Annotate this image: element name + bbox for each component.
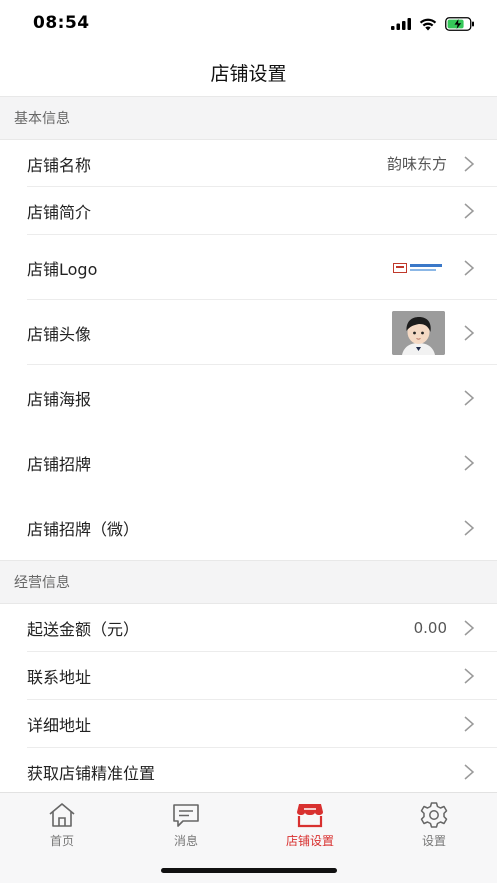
row-shop-intro[interactable]: 店铺简介 bbox=[0, 187, 497, 235]
row-precise-location[interactable]: 获取店铺精准位置 bbox=[0, 748, 497, 796]
chevron-right-icon bbox=[464, 155, 475, 172]
row-label: 获取店铺精准位置 bbox=[27, 764, 156, 783]
row-contact-address[interactable]: 联系地址 bbox=[0, 652, 497, 700]
page-title: 店铺设置 bbox=[210, 62, 287, 85]
chevron-right-icon bbox=[464, 203, 475, 219]
tab-label: 首页 bbox=[49, 834, 74, 848]
row-shop-sign-micro[interactable]: 店铺招牌（微） bbox=[0, 495, 497, 560]
store-logo-thumbnail bbox=[393, 260, 445, 276]
chevron-right-icon bbox=[464, 389, 475, 406]
chevron-right-icon bbox=[464, 519, 475, 536]
row-label: 详细地址 bbox=[27, 716, 92, 735]
home-indicator bbox=[161, 868, 337, 873]
store-logo-mark bbox=[393, 262, 407, 273]
navigation-bar: 店铺设置 bbox=[0, 48, 497, 96]
tab-store-settings[interactable]: 店铺设置 bbox=[265, 801, 355, 849]
chevron-right-icon bbox=[464, 324, 475, 341]
store-icon bbox=[297, 804, 323, 828]
avatar bbox=[392, 310, 445, 355]
tab-label: 店铺设置 bbox=[285, 834, 334, 848]
wifi-icon bbox=[419, 18, 437, 30]
settings-list: 基本信息 店铺名称 韵味东方 店铺简介 店铺Logo 店铺头像 店铺海报 店铺招… bbox=[0, 96, 497, 796]
row-shop-logo[interactable]: 店铺Logo bbox=[0, 235, 497, 300]
battery-charging-icon bbox=[445, 17, 474, 31]
row-value: 韵味东方 bbox=[386, 155, 447, 173]
cellular-signal-icon bbox=[391, 18, 411, 30]
row-label: 店铺名称 bbox=[27, 155, 92, 175]
status-icons bbox=[391, 15, 475, 33]
chevron-right-icon bbox=[464, 716, 475, 732]
row-label: 店铺海报 bbox=[27, 389, 92, 409]
tab-home[interactable]: 首页 bbox=[17, 801, 107, 849]
row-shop-name[interactable]: 店铺名称 韵味东方 bbox=[0, 140, 497, 187]
row-shop-poster[interactable]: 店铺海报 bbox=[0, 365, 497, 430]
tab-messages[interactable]: 消息 bbox=[141, 801, 231, 849]
home-icon bbox=[49, 803, 75, 827]
row-value: 0.00 bbox=[413, 619, 447, 637]
row-min-delivery-amount[interactable]: 起送金额（元） 0.00 bbox=[0, 604, 497, 652]
tab-label: 设置 bbox=[421, 834, 446, 848]
chevron-right-icon bbox=[464, 620, 475, 636]
chevron-right-icon bbox=[464, 259, 475, 276]
tab-label: 消息 bbox=[173, 834, 198, 848]
chevron-right-icon bbox=[464, 454, 475, 471]
status-time: 08:54 bbox=[33, 13, 90, 33]
section-header-basic: 基本信息 bbox=[0, 96, 497, 140]
row-label: 起送金额（元） bbox=[27, 620, 140, 639]
chevron-right-icon bbox=[464, 668, 475, 684]
chevron-right-icon bbox=[464, 764, 475, 780]
row-shop-avatar[interactable]: 店铺头像 bbox=[0, 300, 497, 365]
row-label: 店铺头像 bbox=[27, 324, 92, 344]
row-detail-address[interactable]: 详细地址 bbox=[0, 700, 497, 748]
gear-icon bbox=[420, 802, 448, 828]
section-header-business: 经营信息 bbox=[0, 560, 497, 604]
store-logo-text-graphic bbox=[410, 264, 442, 271]
row-label: 店铺招牌 bbox=[27, 454, 92, 474]
row-label: 店铺招牌（微） bbox=[27, 519, 140, 539]
row-shop-sign[interactable]: 店铺招牌 bbox=[0, 430, 497, 495]
row-label: 店铺Logo bbox=[27, 259, 98, 279]
message-icon bbox=[173, 804, 199, 827]
tab-settings[interactable]: 设置 bbox=[389, 801, 479, 849]
row-label: 店铺简介 bbox=[27, 203, 92, 222]
row-label: 联系地址 bbox=[27, 668, 92, 687]
status-bar: 08:54 bbox=[0, 0, 497, 48]
